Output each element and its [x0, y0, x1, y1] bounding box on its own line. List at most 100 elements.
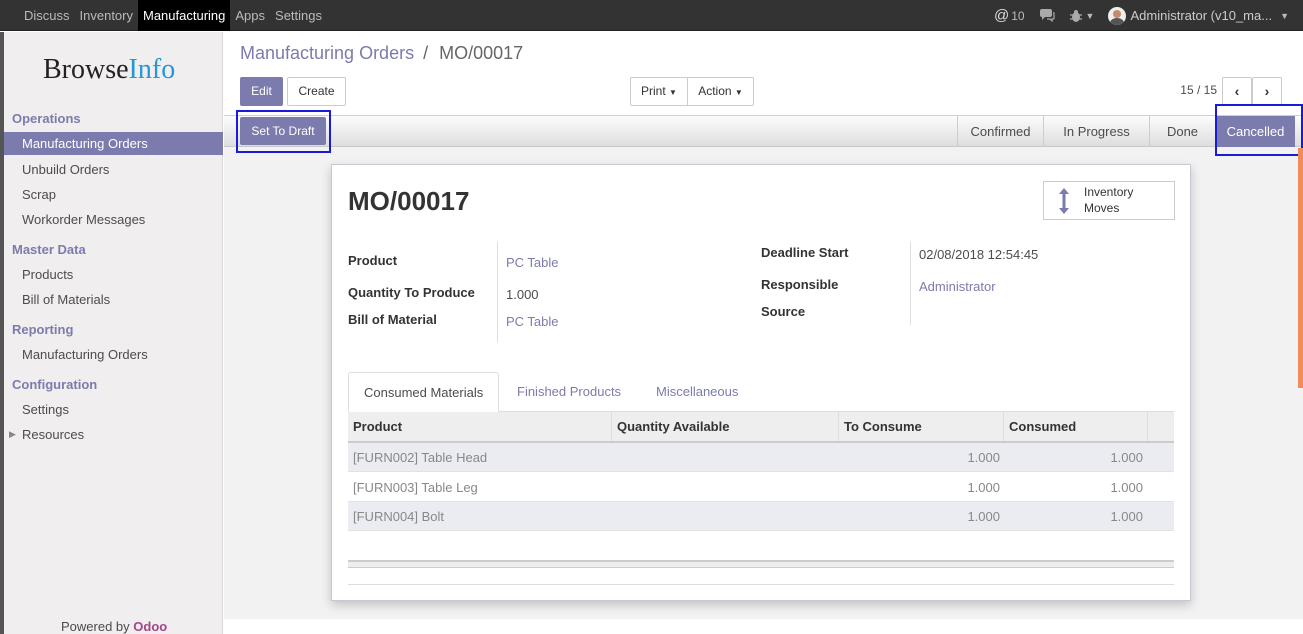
cell-product: [FURN003] Table Leg: [353, 480, 478, 495]
highlight-set-to-draft: [236, 110, 331, 153]
stage-done[interactable]: Done: [1149, 116, 1215, 148]
sidebar-item-bill-of-materials[interactable]: Bill of Materials: [4, 288, 223, 311]
chat-button[interactable]: [1039, 9, 1055, 22]
sidebar-item-scrap[interactable]: Scrap: [4, 183, 223, 206]
quantity-value: 1.000: [506, 287, 539, 302]
stat-button-line1: Inventory: [1084, 185, 1134, 199]
table-row[interactable]: [FURN004] Bolt 1.000 1.000: [348, 502, 1174, 531]
caret-right-icon: ▶: [9, 429, 16, 439]
bom-value[interactable]: PC Table: [506, 314, 559, 329]
status-bar: Set To Draft Confirmed In Progress Done …: [224, 115, 1303, 148]
cell-consumed: 1.000: [1110, 509, 1143, 524]
stage-confirmed[interactable]: Confirmed: [957, 116, 1043, 148]
menu-manufacturing[interactable]: Manufacturing: [138, 0, 231, 31]
cell-consumed: 1.000: [1110, 450, 1143, 465]
powered-by: Powered by Odoo: [61, 619, 167, 634]
cell-to-consume: 1.000: [967, 450, 1000, 465]
bug-icon: [1069, 9, 1082, 22]
tab-finished-products[interactable]: Finished Products: [502, 372, 636, 412]
table-header: Product Quantity Available To Consume Co…: [348, 412, 1174, 443]
cell-to-consume: 1.000: [967, 480, 1000, 495]
record-title: MO/00017: [348, 186, 470, 216]
column-consumed[interactable]: Consumed: [1004, 412, 1148, 441]
chevron-left-icon: ‹: [1234, 83, 1240, 99]
chevron-down-icon: ▼: [1085, 10, 1095, 21]
column-product[interactable]: Product: [348, 412, 612, 441]
sidebar-item-manufacturing-orders[interactable]: Manufacturing Orders: [4, 132, 223, 155]
deadline-value: 02/08/2018 12:54:45: [919, 247, 1039, 262]
edit-button[interactable]: Edit: [240, 77, 283, 106]
stage-in-progress[interactable]: In Progress: [1043, 116, 1149, 148]
section-operations: Operations: [12, 111, 81, 126]
column-to-consume[interactable]: To Consume: [839, 412, 1004, 441]
product-value[interactable]: PC Table: [506, 255, 559, 270]
cell-to-consume: 1.000: [967, 509, 1000, 524]
sidebar-item-settings[interactable]: Settings: [4, 398, 223, 421]
caret-down-icon: ▼: [669, 88, 677, 97]
logo-info: Info: [128, 54, 176, 85]
mentions-count: 10: [1011, 8, 1025, 23]
powered-by-label: Powered by: [61, 619, 130, 634]
odoo-link[interactable]: Odoo: [133, 619, 167, 634]
pager-previous-button[interactable]: ‹: [1222, 77, 1252, 106]
stat-button-line2: Moves: [1084, 201, 1120, 215]
user-menu[interactable]: Administrator (v10_ma... ▼: [1108, 6, 1289, 25]
section-master-data: Master Data: [12, 242, 86, 257]
create-button[interactable]: Create: [287, 77, 346, 106]
bom-label: Bill of Material: [348, 312, 437, 327]
responsible-value[interactable]: Administrator: [919, 279, 996, 294]
chat-icon: [1039, 9, 1055, 22]
menu-discuss[interactable]: Discuss: [19, 0, 75, 31]
avatar: [1108, 6, 1127, 25]
debug-button[interactable]: ▼: [1069, 9, 1095, 23]
chevron-down-icon: ▼: [1280, 10, 1289, 21]
sidebar-item-label: Resources: [22, 427, 85, 442]
caret-down-icon: ▼: [734, 88, 743, 97]
print-dropdown[interactable]: Print ▼: [630, 77, 688, 106]
action-dropdown[interactable]: Action ▼: [687, 77, 754, 106]
sidebar-item-workorder-messages[interactable]: Workorder Messages: [4, 208, 223, 231]
mentions-button[interactable]: @ 10: [994, 7, 1025, 24]
sidebar-item-resources[interactable]: ▶ Resources: [4, 423, 223, 446]
table-row[interactable]: [FURN003] Table Leg 1.000 1.000: [348, 473, 1174, 502]
top-navbar: Discuss Inventory Manufacturing Apps Set…: [0, 0, 1303, 31]
field-divider: [497, 242, 498, 342]
section-configuration: Configuration: [12, 377, 98, 392]
breadcrumb-parent[interactable]: Manufacturing Orders: [240, 43, 414, 63]
action-label: Action: [698, 84, 732, 98]
sidebar-item-unbuild-orders[interactable]: Unbuild Orders: [4, 158, 223, 181]
systray: @ 10 ▼ Administrator (v10_ma... ▼: [994, 0, 1303, 31]
field-divider: [910, 242, 911, 325]
scrollbar[interactable]: [1298, 148, 1303, 388]
breadcrumb: Manufacturing Orders / MO/00017: [240, 43, 523, 64]
menu-apps[interactable]: Apps: [230, 0, 270, 31]
menu-settings[interactable]: Settings: [270, 0, 327, 31]
deadline-label: Deadline Start: [761, 245, 849, 260]
sidebar: BrowseInfo Operations Manufacturing Orde…: [4, 32, 223, 634]
table-footer: [348, 560, 1174, 568]
pager-next-button[interactable]: ›: [1252, 77, 1282, 106]
product-label: Product: [348, 253, 398, 268]
tab-consumed-materials[interactable]: Consumed Materials: [348, 372, 500, 412]
sidebar-item-products[interactable]: Products: [4, 263, 223, 286]
arrows-v-icon: [1059, 188, 1069, 214]
print-label: Print: [641, 84, 666, 98]
menu-inventory[interactable]: Inventory: [75, 0, 138, 31]
sidebar-item-reporting-manufacturing-orders[interactable]: Manufacturing Orders: [4, 343, 223, 366]
table-divider: [348, 584, 1174, 585]
tab-miscellaneous[interactable]: Miscellaneous: [641, 372, 753, 412]
breadcrumb-current: MO/00017: [439, 43, 524, 63]
column-quantity-available[interactable]: Quantity Available: [612, 412, 839, 441]
app-menu: Discuss Inventory Manufacturing Apps Set…: [19, 0, 327, 31]
cell-consumed: 1.000: [1110, 480, 1143, 495]
responsible-label: Responsible: [761, 277, 839, 292]
form-sheet: MO/00017 Inventory Moves Product PC Tabl…: [331, 164, 1191, 601]
pager-value[interactable]: 15 / 15: [1180, 83, 1217, 97]
inventory-moves-button[interactable]: Inventory Moves: [1043, 181, 1175, 220]
main-content: Manufacturing Orders / MO/00017 Edit Cre…: [224, 32, 1303, 634]
logo-browse: Browse: [43, 54, 129, 85]
chevron-right-icon: ›: [1264, 83, 1270, 99]
user-name: Administrator (v10_ma...: [1130, 8, 1273, 23]
table-row[interactable]: [FURN002] Table Head 1.000 1.000: [348, 443, 1174, 472]
at-icon: @: [993, 7, 1010, 24]
